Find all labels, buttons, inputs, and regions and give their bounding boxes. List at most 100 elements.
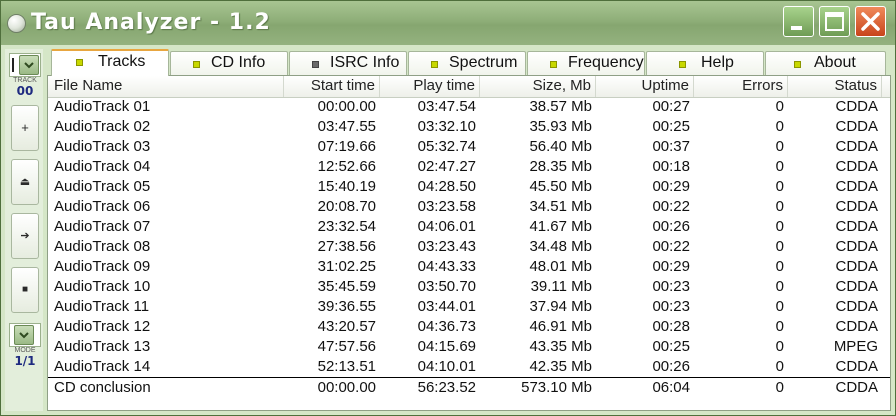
- track-selector[interactable]: [9, 53, 41, 77]
- stop-button[interactable]: ■: [11, 267, 39, 313]
- tab-label: ISRC Info: [330, 54, 400, 71]
- tab-help[interactable]: Help: [646, 51, 764, 75]
- cell-start-time: 43:20.57: [317, 318, 376, 335]
- cell-uptime: 00:23: [652, 298, 690, 315]
- cell-uptime: 00:26: [652, 358, 690, 375]
- chevron-down-icon: [19, 332, 29, 339]
- cell-size: 42.35 Mb: [529, 358, 592, 375]
- cell-start-time: 12:52.66: [317, 158, 376, 175]
- cell-file-name: AudioTrack 07: [54, 218, 151, 235]
- cell-file-name: AudioTrack 10: [54, 278, 151, 295]
- cell-errors: 0: [775, 238, 784, 255]
- tab-label: Tracks: [98, 53, 146, 70]
- tab-frequency[interactable]: Frequency: [527, 51, 645, 75]
- table-row[interactable]: AudioTrack 01 00:00.00 03:47.54 38.57 Mb 00:…: [48, 97, 890, 117]
- table-row[interactable]: AudioTrack 05 15:40.19 04:28.50 45.50 Mb 00:…: [48, 177, 890, 197]
- cell-file-name: AudioTrack 02: [54, 118, 151, 135]
- cell-play-time: 04:15.69: [417, 338, 476, 355]
- tab-isrc-info[interactable]: ISRC Info: [289, 51, 407, 75]
- cell-size: 56.40 Mb: [529, 138, 592, 155]
- table-row[interactable]: AudioTrack 04 12:52.66 02:47.27 28.35 Mb 00:…: [48, 157, 890, 177]
- cell-file-name: AudioTrack 06: [54, 198, 151, 215]
- cell-play-time: 02:47.27: [417, 158, 476, 175]
- table-summary-row[interactable]: CD conclusion 00:00.00 56:23.52 573.10 Mb 06…: [48, 377, 890, 398]
- table-row[interactable]: AudioTrack 02 03:47.55 03:32.10 35.93 Mb 00:…: [48, 117, 890, 137]
- cell-play-time: 04:10.01: [417, 358, 476, 375]
- cell-start-time: 27:38.56: [317, 238, 376, 255]
- column-header-size[interactable]: Size, Mb: [480, 76, 596, 97]
- plus-icon: +: [21, 120, 29, 135]
- cell-start-time: 52:13.51: [317, 358, 376, 375]
- cell-file-name: AudioTrack 12: [54, 318, 151, 335]
- column-header-uptime[interactable]: Uptime: [596, 76, 694, 97]
- table-row[interactable]: AudioTrack 14 52:13.51 04:10.01 42.35 Mb 00:…: [48, 357, 890, 377]
- close-icon: [861, 12, 880, 31]
- tau-analyzer-window: Tau Analyzer - 1.2 TRACK 00 + ⏏ ➔ ■ MODE…: [0, 0, 896, 416]
- tab-indicator-icon: [312, 61, 319, 68]
- cell-start-time: 00:00.00: [317, 98, 376, 115]
- next-button[interactable]: ➔: [11, 213, 39, 259]
- column-header-file-name[interactable]: File Name: [48, 76, 284, 97]
- cell-errors: 0: [775, 338, 784, 355]
- table-row[interactable]: AudioTrack 07 23:32.54 04:06.01 41.67 Mb 00:…: [48, 217, 890, 237]
- cell-start-time: 00:00.00: [317, 379, 376, 396]
- minimize-button[interactable]: [783, 6, 814, 37]
- table-row[interactable]: AudioTrack 12 43:20.57 04:36.73 46.91 Mb 00:…: [48, 317, 890, 337]
- cell-file-name: AudioTrack 13: [54, 338, 151, 355]
- column-header-start-time[interactable]: Start time: [284, 76, 380, 97]
- cell-uptime: 00:23: [652, 278, 690, 295]
- tab-label: Spectrum: [449, 54, 518, 71]
- tab-label: Frequency: [568, 54, 644, 71]
- cell-start-time: 31:02.25: [317, 258, 376, 275]
- table-row[interactable]: AudioTrack 06 20:08.70 03:23.58 34.51 Mb 00:…: [48, 197, 890, 217]
- cell-file-name: AudioTrack 14: [54, 358, 151, 375]
- table-row[interactable]: AudioTrack 13 47:57.56 04:15.69 43.35 Mb 00:…: [48, 337, 890, 357]
- table-row[interactable]: AudioTrack 09 31:02.25 04:43.33 48.01 Mb 00:…: [48, 257, 890, 277]
- cell-uptime: 00:25: [652, 118, 690, 135]
- tab-cd-info[interactable]: CD Info: [170, 51, 288, 75]
- cell-uptime: 00:22: [652, 238, 690, 255]
- cell-size: 34.51 Mb: [529, 198, 592, 215]
- mode-selector[interactable]: [9, 323, 41, 347]
- cell-play-time: 04:28.50: [417, 178, 476, 195]
- tab-spectrum[interactable]: Spectrum: [408, 51, 526, 75]
- cell-play-time: 04:06.01: [417, 218, 476, 235]
- title-bar[interactable]: Tau Analyzer - 1.2: [1, 1, 895, 45]
- cell-size: 34.48 Mb: [529, 238, 592, 255]
- cell-uptime: 00:27: [652, 98, 690, 115]
- mode-value: 1/1: [14, 354, 36, 368]
- tab-indicator-icon: [431, 61, 438, 68]
- add-button[interactable]: +: [11, 105, 39, 151]
- cell-file-name: AudioTrack 11: [54, 298, 150, 315]
- tab-about[interactable]: About: [765, 51, 886, 75]
- cell-status: CDDA: [835, 238, 878, 255]
- cell-size: 573.10 Mb: [521, 379, 592, 396]
- close-button[interactable]: [855, 6, 886, 37]
- track-number: 00: [16, 84, 34, 98]
- mode-dropdown-button[interactable]: [14, 325, 34, 345]
- table-row[interactable]: AudioTrack 08 27:38.56 03:23.43 34.48 Mb 00:…: [48, 237, 890, 257]
- table-row[interactable]: AudioTrack 10 35:45.59 03:50.70 39.11 Mb 00:…: [48, 277, 890, 297]
- window-title: Tau Analyzer - 1.2: [31, 10, 271, 35]
- cell-play-time: 04:43.33: [417, 258, 476, 275]
- track-label: TRACK: [13, 77, 37, 84]
- tab-tracks[interactable]: Tracks: [51, 49, 169, 76]
- column-header-errors[interactable]: Errors: [694, 76, 788, 97]
- column-header-play-time[interactable]: Play time: [380, 76, 480, 97]
- table-row[interactable]: AudioTrack 11 39:36.55 03:44.01 37.94 Mb 00:…: [48, 297, 890, 317]
- cell-play-time: 04:36.73: [417, 318, 476, 335]
- table-row[interactable]: AudioTrack 03 07:19.66 05:32.74 56.40 Mb 00:…: [48, 137, 890, 157]
- cell-size: 45.50 Mb: [529, 178, 592, 195]
- track-dropdown-button[interactable]: [19, 55, 39, 75]
- tracks-table[interactable]: File Name Start time Play time Size, Mb …: [47, 75, 891, 411]
- app-icon[interactable]: [7, 14, 26, 33]
- cell-errors: 0: [775, 318, 784, 335]
- eject-button[interactable]: ⏏: [11, 159, 39, 205]
- cell-start-time: 07:19.66: [317, 138, 376, 155]
- cell-errors: 0: [775, 98, 784, 115]
- column-header-status[interactable]: Status: [788, 76, 882, 97]
- cell-status: CDDA: [835, 118, 878, 135]
- table-header: File Name Start time Play time Size, Mb …: [48, 76, 890, 98]
- maximize-button[interactable]: [819, 6, 850, 37]
- cell-size: 39.11 Mb: [530, 278, 592, 295]
